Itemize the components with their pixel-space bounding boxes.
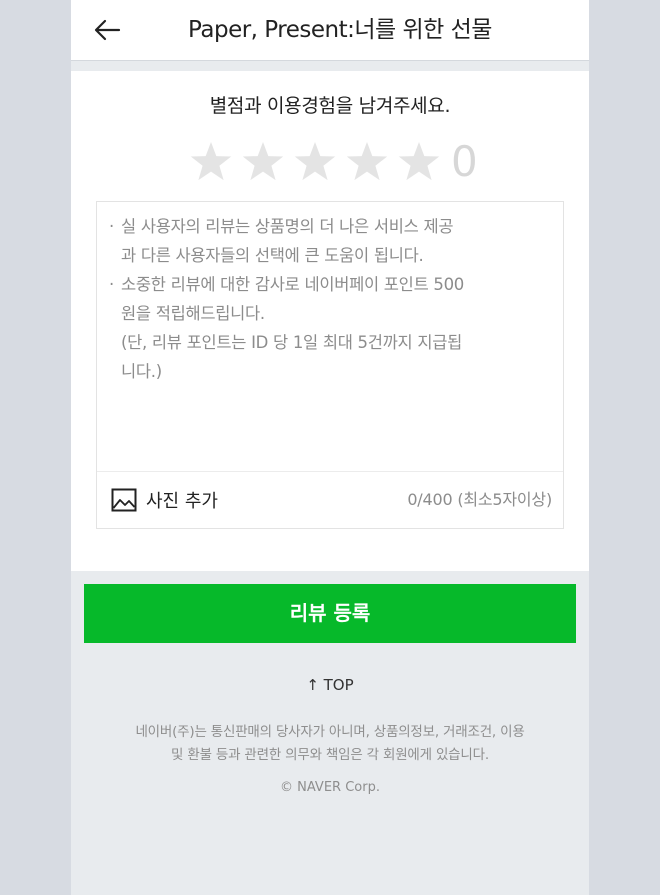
guide-line: 원을 적립해드립니다.: [121, 304, 265, 323]
copyright: © NAVER Corp.: [280, 780, 380, 795]
image-icon: [111, 488, 137, 512]
rating-prompt: 별점과 이용경험을 남겨주세요.: [209, 95, 451, 117]
star-icon-2[interactable]: [241, 140, 285, 184]
rating-score: 0: [451, 137, 478, 186]
star-icon-3[interactable]: [293, 140, 337, 184]
disclaimer: 네이버(주)는 통신판매의 당사자가 아니며, 상품의정보, 거래조건, 이용 …: [91, 721, 569, 767]
page-title: Paper, Present:너를 위한 선물: [188, 17, 492, 43]
review-box-footer: 사진 추가 0/400 (최소5자이상): [97, 471, 563, 528]
star-rating: 0: [189, 135, 478, 189]
star-icon-1[interactable]: [189, 140, 233, 184]
add-photo-label: 사진 추가: [146, 491, 218, 512]
guide-line: 소중한 리뷰에 대한 감사로 네이버페이 포인트 500: [109, 270, 547, 299]
star-icon-4[interactable]: [345, 140, 389, 184]
review-card: 별점과 이용경험을 남겨주세요. 0 실 사용자의 리뷰는 상품명의 더 나은 …: [71, 71, 589, 571]
guide-line: 실 사용자의 리뷰는 상품명의 더 나은 서비스 제공: [109, 212, 547, 241]
char-counter: 0/400 (최소5자이상): [407, 490, 552, 509]
back-button[interactable]: [91, 14, 123, 46]
review-page: Paper, Present:너를 위한 선물 별점과 이용경험을 남겨주세요.…: [71, 0, 589, 895]
review-textarea[interactable]: 실 사용자의 리뷰는 상품명의 더 나은 서비스 제공 과 다른 사용자들의 선…: [96, 201, 564, 529]
review-guide: 실 사용자의 리뷰는 상품명의 더 나은 서비스 제공 과 다른 사용자들의 선…: [109, 212, 547, 386]
guide-line: 과 다른 사용자들의 선택에 큰 도움이 됩니다.: [121, 246, 424, 265]
guide-line: (단, 리뷰 포인트는 ID 당 1일 최대 5건까지 지급됩: [121, 333, 462, 352]
disclaimer-line: 및 환불 등과 관련한 의무와 책임은 각 회원에게 있습니다.: [171, 747, 489, 763]
guide-line: 니다.): [121, 362, 162, 381]
header: Paper, Present:너를 위한 선물: [71, 0, 589, 61]
top-link[interactable]: ↑ TOP: [71, 676, 589, 694]
submit-review-button[interactable]: 리뷰 등록: [84, 584, 576, 643]
arrow-left-icon: [94, 19, 121, 41]
add-photo-button[interactable]: 사진 추가: [111, 472, 218, 528]
star-icon-5[interactable]: [397, 140, 441, 184]
disclaimer-line: 네이버(주)는 통신판매의 당사자가 아니며, 상품의정보, 거래조건, 이용: [135, 724, 525, 740]
